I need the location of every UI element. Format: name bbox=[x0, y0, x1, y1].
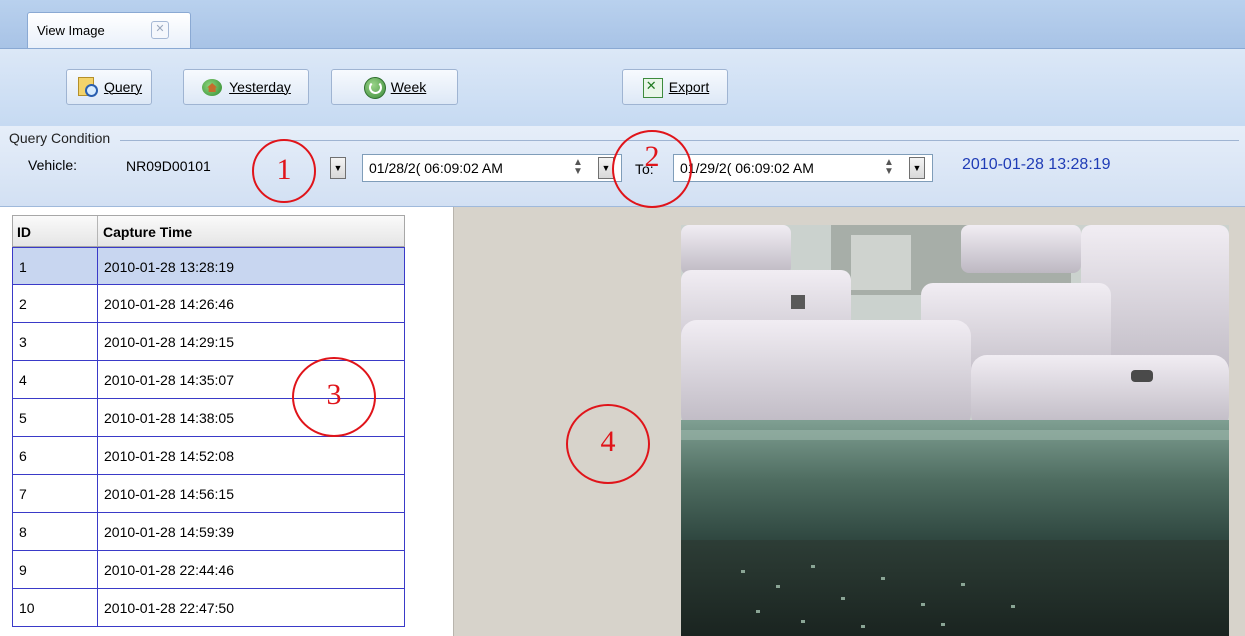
cell-capture-time: 2010-01-28 14:52:08 bbox=[104, 448, 234, 464]
export-button[interactable]: Export bbox=[622, 69, 728, 105]
query-button[interactable]: Query bbox=[66, 69, 152, 105]
cell-id: 1 bbox=[19, 259, 27, 275]
column-header-id[interactable]: ID bbox=[17, 224, 31, 240]
captured-image bbox=[681, 225, 1229, 636]
cell-separator bbox=[97, 285, 98, 322]
annotation-marker-1: 1 bbox=[252, 139, 316, 203]
tab-label: View Image bbox=[37, 23, 105, 38]
close-icon[interactable]: ✕ bbox=[151, 21, 169, 39]
cell-capture-time: 2010-01-28 22:47:50 bbox=[104, 600, 234, 616]
cell-capture-time: 2010-01-28 14:59:39 bbox=[104, 524, 234, 540]
from-datetime-picker[interactable]: 01/28/2( 06:09:02 AM ▲ ▼ ▼ bbox=[362, 154, 622, 182]
from-spin-buttons[interactable]: ▲ ▼ bbox=[563, 158, 593, 178]
to-spin-buttons[interactable]: ▲ ▼ bbox=[874, 158, 904, 178]
cell-capture-time: 2010-01-28 14:29:15 bbox=[104, 334, 234, 350]
cell-id: 10 bbox=[19, 600, 35, 616]
table-row[interactable]: 10 2010-01-28 22:47:50 bbox=[12, 589, 405, 627]
vehicle-label: Vehicle: bbox=[28, 157, 78, 173]
cell-capture-time: 2010-01-28 22:44:46 bbox=[104, 562, 234, 578]
cell-separator bbox=[97, 437, 98, 474]
table-row[interactable]: 1 2010-01-28 13:28:19 bbox=[12, 247, 405, 285]
column-header-capture-time[interactable]: Capture Time bbox=[103, 224, 192, 240]
cell-id: 8 bbox=[19, 524, 27, 540]
cell-separator bbox=[97, 323, 98, 360]
vehicle-value: NR09D00101 bbox=[126, 158, 211, 174]
annotation-marker-3: 3 bbox=[292, 357, 376, 437]
annotation-marker-2: 2 bbox=[612, 130, 692, 208]
tab-strip: View Image ✕ bbox=[0, 0, 1245, 49]
to-dropdown-button[interactable]: ▼ bbox=[909, 157, 925, 179]
table-row[interactable]: 7 2010-01-28 14:56:15 bbox=[12, 475, 405, 513]
cell-capture-time: 2010-01-28 14:56:15 bbox=[104, 486, 234, 502]
cell-capture-time: 2010-01-28 14:38:05 bbox=[104, 410, 234, 426]
cell-id: 9 bbox=[19, 562, 27, 578]
query-icon bbox=[76, 76, 98, 98]
cell-capture-time: 2010-01-28 14:26:46 bbox=[104, 296, 234, 312]
week-button-label: Week bbox=[390, 79, 427, 95]
to-datetime-value: 01/29/2( 06:09:02 AM bbox=[680, 160, 814, 176]
cell-separator bbox=[97, 589, 98, 626]
cell-id: 3 bbox=[19, 334, 27, 350]
cell-id: 6 bbox=[19, 448, 27, 464]
cell-capture-time: 2010-01-28 13:28:19 bbox=[104, 259, 234, 275]
table-header: ID Capture Time bbox=[12, 215, 405, 247]
yesterday-button[interactable]: Yesterday bbox=[183, 69, 309, 105]
to-datetime-picker[interactable]: 01/29/2( 06:09:02 AM ▲ ▼ ▼ bbox=[673, 154, 933, 182]
cell-separator bbox=[97, 399, 98, 436]
vehicle-dropdown-button[interactable]: ▼ bbox=[330, 157, 346, 179]
table-row[interactable]: 6 2010-01-28 14:52:08 bbox=[12, 437, 405, 475]
tab-view-image[interactable]: View Image ✕ bbox=[27, 12, 191, 48]
week-button[interactable]: Week bbox=[331, 69, 458, 105]
table-row[interactable]: 8 2010-01-28 14:59:39 bbox=[12, 513, 405, 551]
cell-separator bbox=[97, 248, 98, 285]
cell-separator bbox=[97, 361, 98, 398]
query-condition-caption: Query Condition bbox=[9, 130, 111, 146]
current-time-label: 2010-01-28 13:28:19 bbox=[962, 156, 1111, 173]
export-button-label: Export bbox=[668, 79, 710, 95]
from-datetime-value: 01/28/2( 06:09:02 AM bbox=[369, 160, 503, 176]
home-arrow-icon bbox=[201, 76, 223, 98]
cell-separator bbox=[97, 551, 98, 588]
cell-separator bbox=[97, 513, 98, 550]
table-row[interactable]: 9 2010-01-28 22:44:46 bbox=[12, 551, 405, 589]
cell-id: 5 bbox=[19, 410, 27, 426]
yesterday-button-label: Yesterday bbox=[229, 79, 291, 95]
cell-id: 7 bbox=[19, 486, 27, 502]
table-row[interactable]: 3 2010-01-28 14:29:15 bbox=[12, 323, 405, 361]
cell-id: 4 bbox=[19, 372, 27, 388]
cell-separator bbox=[97, 475, 98, 512]
refresh-icon bbox=[363, 76, 386, 99]
capture-table: ID Capture Time 1 2010-01-28 13:28:19 2 201… bbox=[0, 207, 445, 636]
cell-id: 2 bbox=[19, 296, 27, 312]
column-separator bbox=[97, 216, 98, 246]
annotation-marker-4: 4 bbox=[566, 404, 650, 484]
query-button-label: Query bbox=[103, 79, 143, 95]
excel-export-icon bbox=[641, 76, 663, 98]
cell-capture-time: 2010-01-28 14:35:07 bbox=[104, 372, 234, 388]
table-row[interactable]: 2 2010-01-28 14:26:46 bbox=[12, 285, 405, 323]
toolbar: Query Yesterday Week Export bbox=[0, 49, 1245, 127]
